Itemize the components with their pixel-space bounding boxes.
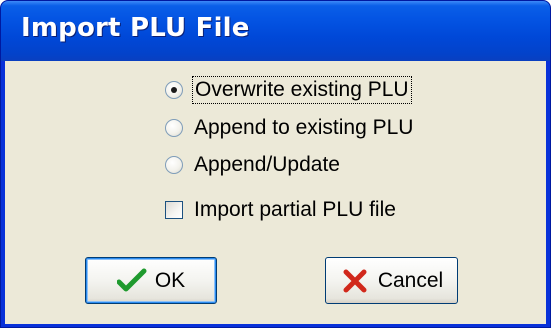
ok-button-label: OK: [154, 268, 186, 292]
radio-append-update[interactable]: Append/Update: [165, 153, 340, 177]
radio-label-append-update: Append/Update: [194, 153, 340, 176]
ok-button[interactable]: OK: [85, 257, 217, 304]
checkbox-box[interactable]: [165, 201, 183, 219]
dialog-body: Overwrite existing PLU Append to existin…: [5, 61, 546, 324]
checkbox-import-partial[interactable]: Import partial PLU file: [165, 198, 396, 222]
radio-button[interactable]: [165, 156, 183, 174]
checkbox-label-import-partial: Import partial PLU file: [194, 198, 396, 221]
radio-dot: [171, 87, 177, 93]
radio-label-overwrite: Overwrite existing PLU: [192, 76, 412, 104]
cancel-button-label: Cancel: [377, 268, 444, 292]
cancel-button[interactable]: Cancel: [325, 257, 458, 304]
radio-label-append: Append to existing PLU: [194, 116, 414, 139]
radio-overwrite-existing[interactable]: Overwrite existing PLU: [165, 76, 412, 104]
radio-append-existing[interactable]: Append to existing PLU: [165, 116, 413, 140]
radio-button[interactable]: [165, 119, 183, 137]
checkmark-icon: [116, 267, 147, 295]
title-bar[interactable]: Import PLU File: [1, 1, 550, 61]
dialog-title: Import PLU File: [21, 13, 250, 43]
radio-button-selected[interactable]: [165, 81, 183, 99]
dialog-window: Import PLU File Overwrite existing PLU A…: [0, 0, 551, 328]
x-icon: [340, 267, 370, 295]
